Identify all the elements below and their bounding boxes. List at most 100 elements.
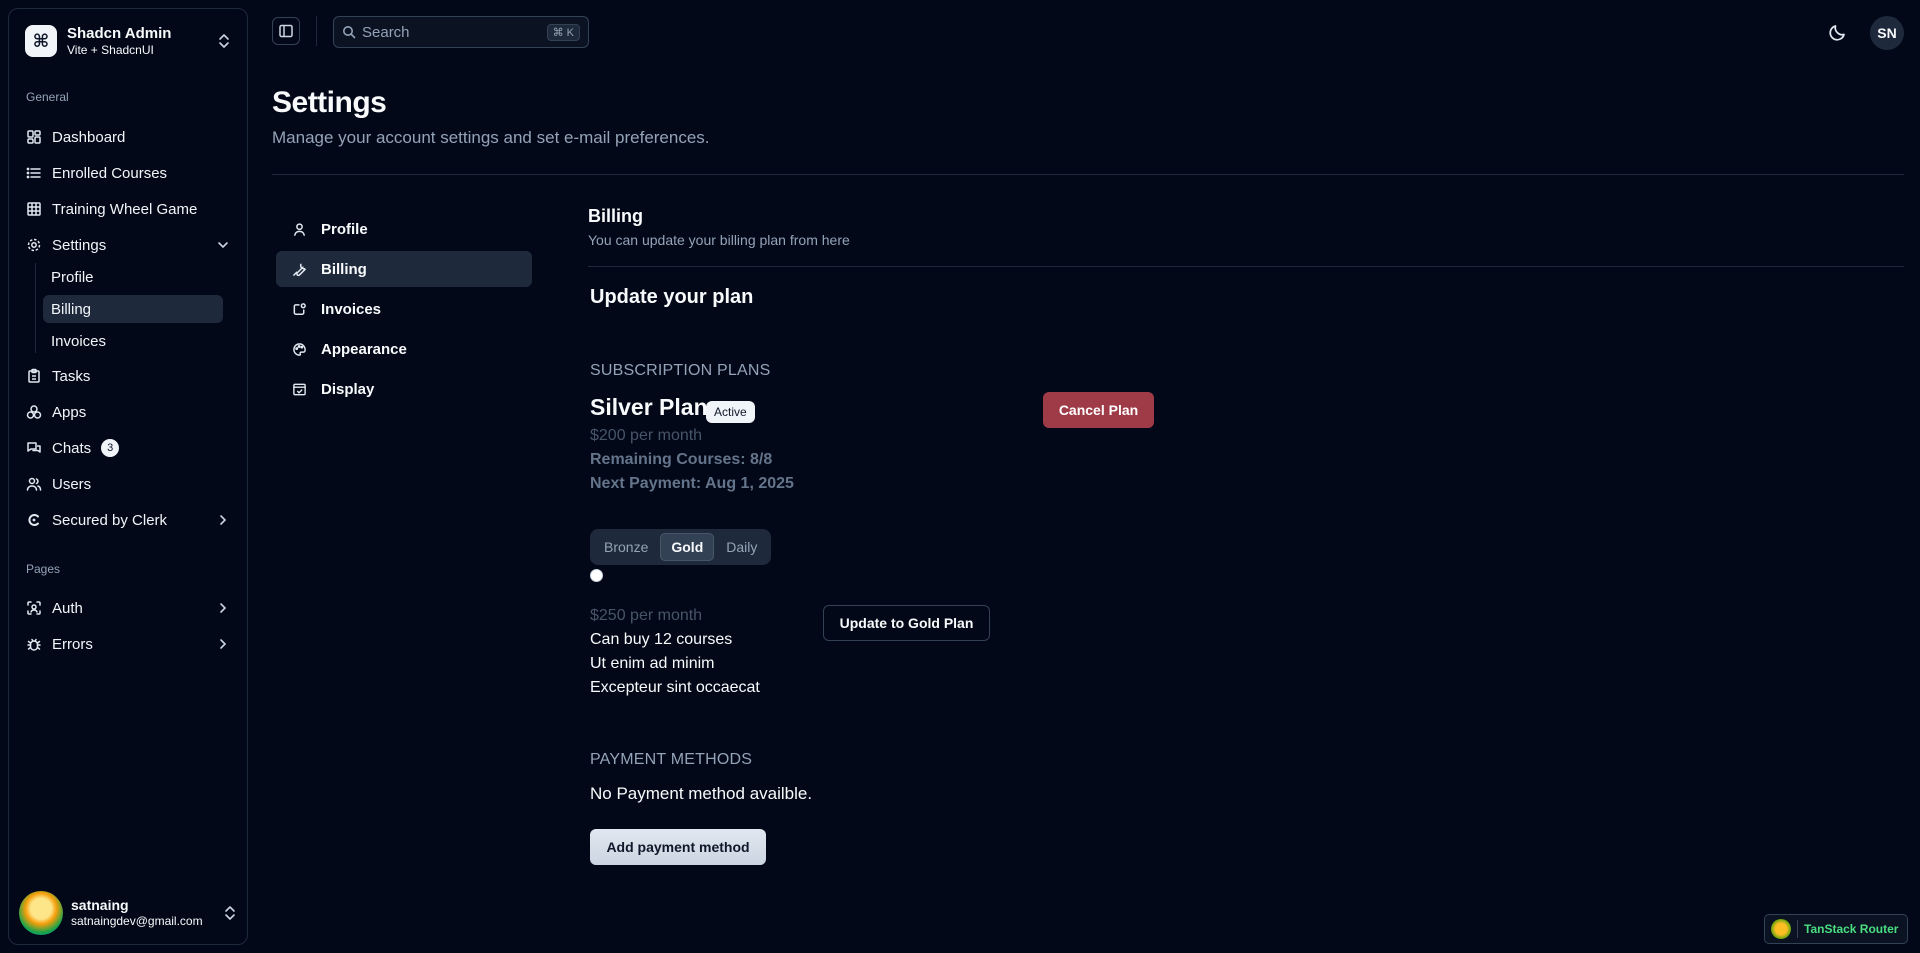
search-input[interactable]: Search ⌘ K: [333, 16, 589, 48]
sidebar-item-secured-by-clerk[interactable]: Secured by Clerk: [17, 505, 239, 535]
section-title: Billing: [588, 206, 643, 226]
sidebar-item-errors[interactable]: Errors: [17, 629, 239, 659]
tab-bronze[interactable]: Bronze: [594, 534, 658, 560]
sidebar-item-apps[interactable]: Apps: [17, 397, 239, 427]
devtools-label: TanStack Router: [1804, 922, 1899, 936]
chats-count-badge: 3: [101, 439, 120, 457]
grid-icon: [27, 202, 41, 216]
sidebar-item-enrolled-courses[interactable]: Enrolled Courses: [17, 158, 239, 188]
plan-feature: Can buy 12 courses: [590, 631, 733, 648]
section-description: You can update your billing plan from he…: [588, 232, 850, 248]
user-scan-icon: [27, 601, 41, 615]
sidebar-item-label: Apps: [52, 403, 87, 421]
cancel-plan-button[interactable]: Cancel Plan: [1043, 392, 1154, 428]
chevron-right-icon: [220, 515, 227, 525]
plan-tabs: Bronze Gold Daily: [590, 529, 772, 565]
team-plan: Vite + ShadcnUI: [67, 42, 154, 57]
packages-icon: [26, 405, 42, 419]
user-menu[interactable]: satnaing satnaingdev@gmail.com: [13, 886, 243, 940]
page-divider: [272, 174, 1904, 175]
sidebar-item-users[interactable]: Users: [17, 469, 239, 499]
list-icon: [26, 167, 41, 179]
sidebar-item-settings[interactable]: Settings: [17, 230, 239, 260]
sidebar-toggle-button[interactable]: [272, 17, 300, 45]
sidebar-item-label: Auth: [52, 599, 83, 617]
current-plan-price: $200 per month: [590, 427, 703, 444]
subscription-plans-label: SUBSCRIPTION PLANS: [590, 362, 771, 379]
no-payment-text: No Payment method availble.: [590, 784, 813, 803]
user-email: satnaingdev@gmail.com: [71, 914, 203, 929]
page-title: Settings: [272, 86, 387, 119]
page-description: Manage your account settings and set e-m…: [272, 128, 710, 147]
settings-nav-billing[interactable]: Billing: [276, 251, 532, 287]
submenu-line: [35, 263, 36, 353]
sidebar-item-label: Tasks: [52, 367, 91, 385]
search-shortcut: ⌘ K: [546, 23, 580, 41]
chevron-down-icon: [218, 242, 228, 249]
layout-dashboard-icon: [27, 130, 41, 144]
user-name: satnaing: [71, 897, 129, 914]
settings-nav-profile[interactable]: Profile: [276, 211, 532, 247]
header-separator: [316, 16, 317, 46]
sidebar-item-auth[interactable]: Auth: [17, 593, 239, 623]
chevron-right-icon: [220, 639, 227, 649]
sidebar-sub-item-label: Profile: [51, 268, 94, 286]
profile-avatar-button[interactable]: SN: [1870, 16, 1904, 50]
tool-icon: [293, 263, 306, 276]
search-placeholder: Search: [362, 23, 410, 41]
user-avatar: [19, 891, 63, 935]
remaining-courses: Remaining Courses: 8/8: [590, 451, 773, 468]
sidebar-item-chats[interactable]: Chats 3: [17, 433, 239, 463]
palette-icon: [293, 342, 306, 356]
tab-daily[interactable]: Daily: [716, 534, 767, 560]
current-plan-name: Silver Plan: [590, 394, 708, 420]
settings-nav-label: Appearance: [321, 340, 407, 358]
user-icon: [294, 222, 305, 236]
chevron-right-icon: [220, 603, 227, 613]
sidebar-item-label: Dashboard: [52, 128, 126, 146]
settings-nav-label: Profile: [321, 220, 368, 238]
clerk-icon: [28, 514, 39, 526]
theme-toggle-button[interactable]: [1826, 20, 1850, 44]
chevrons-up-down-icon: [219, 34, 229, 48]
plan-feature: Ut enim ad minim: [590, 655, 715, 672]
sidebar-item-training-wheel-game[interactable]: Training Wheel Game: [17, 194, 239, 224]
settings-nav-display[interactable]: Display: [276, 371, 532, 407]
sidebar: ⌘ Shadcn Admin Vite + ShadcnUI General D…: [8, 8, 248, 945]
moon-icon: [1829, 25, 1845, 41]
update-plan-heading: Update your plan: [590, 286, 754, 308]
sidebar-sub-item-profile[interactable]: Profile: [43, 263, 223, 291]
notification-icon: [293, 302, 306, 315]
sidebar-sub-item-invoices[interactable]: Invoices: [43, 327, 223, 355]
sidebar-item-label: Errors: [52, 635, 93, 653]
sidebar-item-label: Secured by Clerk: [52, 511, 168, 529]
sidebar-item-label: Chats: [52, 439, 92, 457]
section-divider: [588, 266, 1904, 267]
settings-nav-invoices[interactable]: Invoices: [276, 291, 532, 327]
settings-nav-label: Invoices: [321, 300, 382, 318]
sidebar-item-label: Settings: [52, 236, 107, 254]
sidebar-sub-item-billing[interactable]: Billing: [43, 295, 223, 323]
settings-nav-appearance[interactable]: Appearance: [276, 331, 532, 367]
sidebar-sub-item-label: Billing: [51, 300, 92, 318]
clipboard-icon: [28, 368, 40, 383]
tab-gold[interactable]: Gold: [660, 533, 715, 561]
next-payment: Next Payment: Aug 1, 2025: [590, 475, 794, 492]
group-label-general: General: [26, 90, 69, 104]
sidebar-item-dashboard[interactable]: Dashboard: [17, 122, 239, 152]
team-name: Shadcn Admin: [67, 24, 172, 42]
tanstack-router-devtools-button[interactable]: TanStack Router: [1764, 914, 1908, 944]
team-switcher[interactable]: ⌘ Shadcn Admin Vite + ShadcnUI: [17, 17, 239, 65]
settings-icon: [27, 238, 41, 252]
update-to-gold-button[interactable]: Update to Gold Plan: [823, 605, 990, 641]
devtools-separator: [1797, 920, 1798, 938]
gold-plan-price: $250 per month: [590, 607, 703, 624]
settings-nav-label: Display: [321, 380, 375, 398]
plan-feature: Excepteur sint occaecat: [590, 679, 760, 696]
sidebar-item-label: Training Wheel Game: [52, 200, 198, 218]
messages-icon: [27, 442, 41, 453]
sidebar-item-tasks[interactable]: Tasks: [17, 361, 239, 391]
status-badge: Active: [706, 401, 755, 423]
add-payment-method-button[interactable]: Add payment method: [590, 829, 766, 865]
plan-radio[interactable]: [590, 569, 603, 582]
